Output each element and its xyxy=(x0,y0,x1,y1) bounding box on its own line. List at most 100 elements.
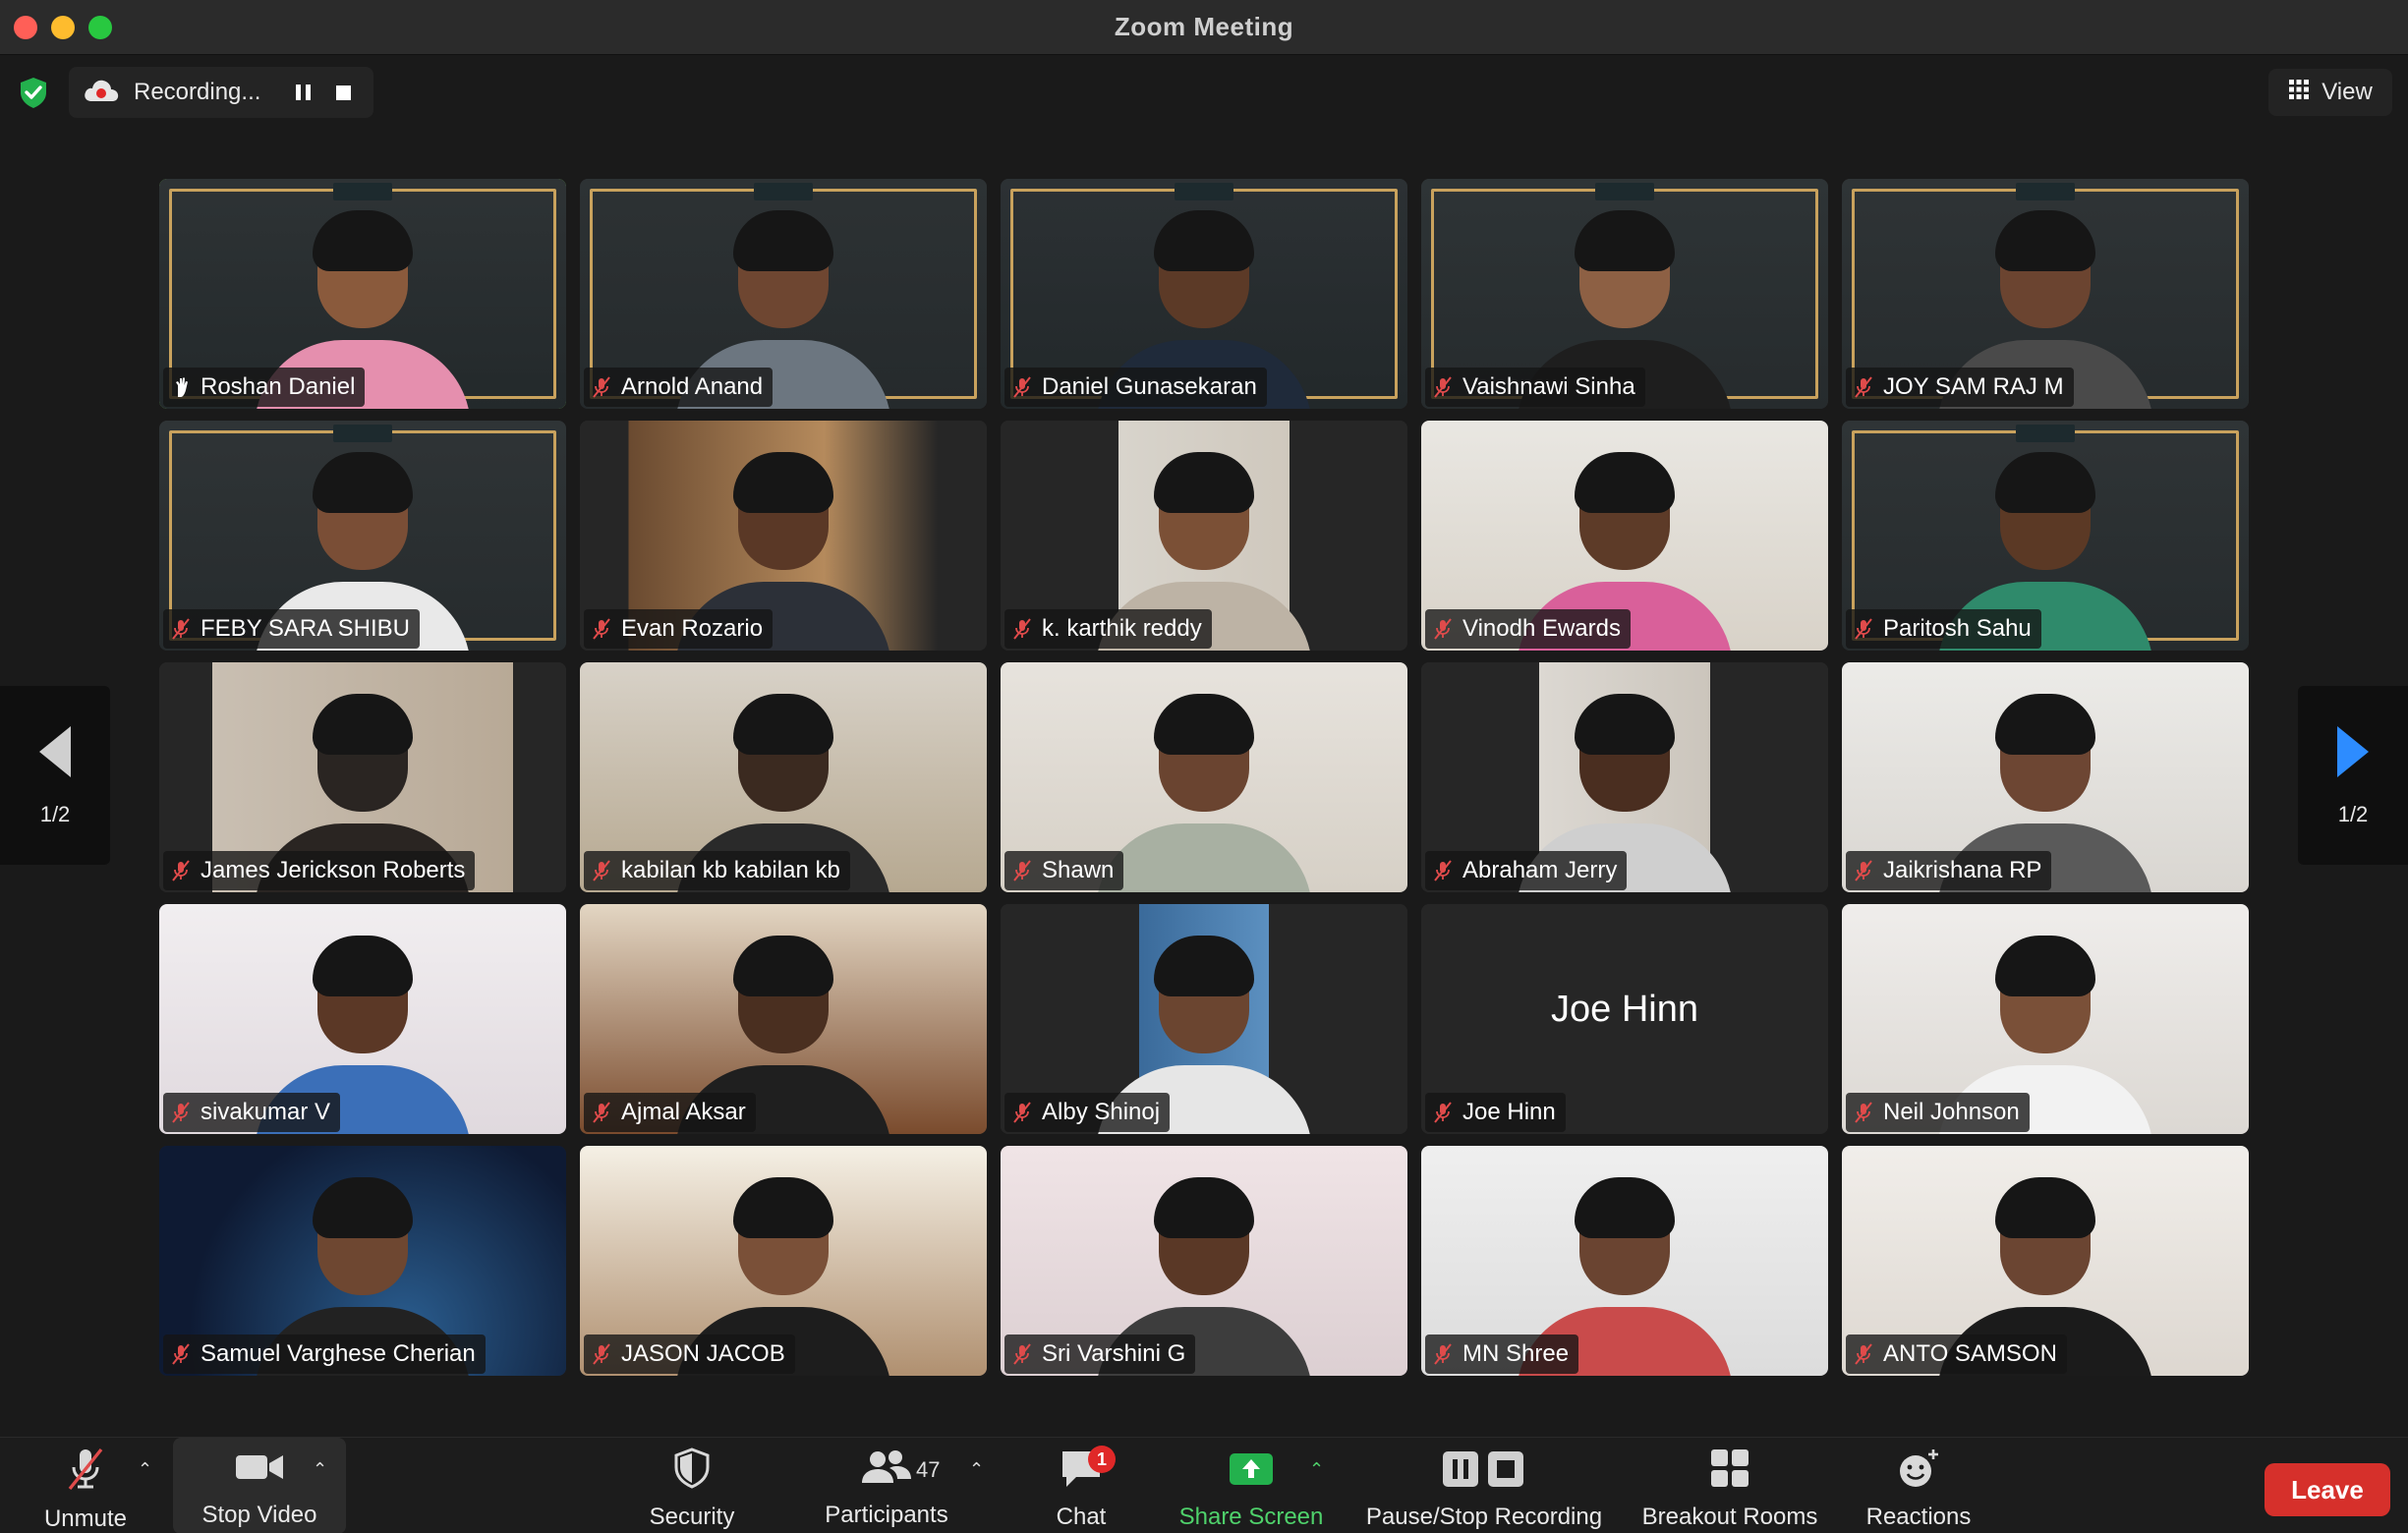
participant-name: Arnold Anand xyxy=(621,373,764,400)
muted-mic-icon xyxy=(169,1342,193,1366)
share-options-chevron-up-icon[interactable]: ⌃ xyxy=(1309,1459,1324,1480)
unmute-button[interactable]: Unmute xyxy=(22,1438,149,1533)
recording-indicator: Recording... xyxy=(69,67,373,118)
pause-stop-recording-label: Pause/Stop Recording xyxy=(1365,1504,1603,1530)
participant-name-tag: Paritosh Sahu xyxy=(1846,609,2041,649)
participant-video-tile[interactable]: kabilan kb kabilan kb xyxy=(580,662,987,892)
participant-name: FEBY SARA SHIBU xyxy=(201,615,410,642)
participant-name: Roshan Daniel xyxy=(201,373,356,400)
participant-video-tile[interactable]: Joe Hinn Joe Hinn xyxy=(1421,904,1828,1134)
participant-name-tag: sivakumar V xyxy=(163,1093,341,1132)
participant-video-tile[interactable]: MN Shree xyxy=(1421,1146,1828,1376)
security-label: Security xyxy=(649,1504,735,1530)
participant-name: sivakumar V xyxy=(201,1099,331,1125)
stop-recording-icon[interactable] xyxy=(336,85,352,100)
muted-mic-icon xyxy=(590,859,613,882)
maximize-window-button[interactable] xyxy=(88,16,112,39)
participant-video-tile[interactable]: Vaishnawi Sinha xyxy=(1421,179,1828,409)
minimize-window-button[interactable] xyxy=(51,16,75,39)
participant-video-tile[interactable]: JASON JACOB xyxy=(580,1146,987,1376)
unmute-label: Unmute xyxy=(43,1505,128,1532)
participant-name-tag: kabilan kb kabilan kb xyxy=(584,851,850,890)
share-screen-label: Share Screen xyxy=(1178,1504,1324,1530)
participant-name-tag: k. karthik reddy xyxy=(1004,609,1212,649)
participant-video-feed xyxy=(1096,676,1312,892)
window-controls xyxy=(14,16,112,39)
encryption-shield-icon[interactable] xyxy=(16,75,51,110)
pause-stop-recording-button[interactable]: Pause/Stop Recording xyxy=(1356,1438,1612,1533)
participant-video-tile[interactable]: James Jerickson Roberts xyxy=(159,662,566,892)
view-label: View xyxy=(2322,79,2373,105)
participant-name: Shawn xyxy=(1042,857,1115,883)
muted-mic-icon xyxy=(1852,859,1875,882)
gallery-video-grid: Roshan Daniel Arnold Anand Daniel Gunaseka… xyxy=(159,179,2249,1376)
leave-button[interactable]: Leave xyxy=(2265,1463,2390,1516)
pause-stop-recording-icons xyxy=(1437,1448,1531,1494)
window-title: Zoom Meeting xyxy=(1114,12,1294,41)
participant-video-tile[interactable]: Ajmal Aksar xyxy=(580,904,987,1134)
participants-options-chevron-up-icon[interactable]: ⌃ xyxy=(969,1459,984,1480)
participant-video-tile[interactable]: ANTO SAMSON xyxy=(1842,1146,2249,1376)
muted-mic-icon xyxy=(1431,859,1455,882)
participant-video-tile[interactable]: Daniel Gunasekaran xyxy=(1001,179,1407,409)
participant-video-tile[interactable]: Alby Shinoj xyxy=(1001,904,1407,1134)
participant-video-tile[interactable]: Sri Varshini G xyxy=(1001,1146,1407,1376)
video-off-name: Joe Hinn xyxy=(1551,989,1698,1030)
security-button[interactable]: Security xyxy=(629,1438,755,1533)
muted-mic-icon xyxy=(169,1101,193,1124)
participant-name: Abraham Jerry xyxy=(1462,857,1618,883)
next-page-button[interactable]: 1/2 xyxy=(2298,686,2408,865)
muted-mic-icon xyxy=(1852,1101,1875,1124)
participant-name-tag: JOY SAM RAJ M xyxy=(1846,368,2074,407)
muted-mic-icon xyxy=(1010,375,1034,399)
participant-video-tile[interactable]: Abraham Jerry xyxy=(1421,662,1828,892)
title-bar: Zoom Meeting xyxy=(0,0,2408,55)
participant-name-tag: Joe Hinn xyxy=(1425,1093,1566,1132)
participant-name: Ajmal Aksar xyxy=(621,1099,746,1125)
participant-video-tile[interactable]: Neil Johnson xyxy=(1842,904,2249,1134)
participant-video-tile[interactable]: Jaikrishana RP xyxy=(1842,662,2249,892)
share-screen-button[interactable]: Share Screen xyxy=(1170,1438,1333,1533)
view-button[interactable]: View xyxy=(2268,69,2392,116)
muted-mic-icon xyxy=(169,617,193,641)
participant-name-tag: Samuel Varghese Cherian xyxy=(163,1334,486,1374)
smiley-plus-icon xyxy=(1896,1448,1941,1494)
muted-mic-icon xyxy=(169,859,193,882)
participant-name-tag: Vaishnawi Sinha xyxy=(1425,368,1645,407)
participant-video-tile[interactable]: Samuel Varghese Cherian xyxy=(159,1146,566,1376)
breakout-rooms-button[interactable]: Breakout Rooms xyxy=(1635,1438,1824,1533)
stop-video-label: Stop Video xyxy=(201,1502,317,1528)
participant-name-tag: ANTO SAMSON xyxy=(1846,1334,2067,1374)
participant-video-tile[interactable]: Paritosh Sahu xyxy=(1842,421,2249,651)
audio-options-chevron-up-icon[interactable]: ⌃ xyxy=(138,1459,152,1480)
muted-mic-icon xyxy=(1010,1101,1034,1124)
close-window-button[interactable] xyxy=(14,16,37,39)
video-options-chevron-up-icon[interactable]: ⌃ xyxy=(313,1459,327,1480)
participant-video-tile[interactable]: Arnold Anand xyxy=(580,179,987,409)
muted-mic-icon xyxy=(1431,1101,1455,1124)
participant-video-tile[interactable]: Vinodh Ewards xyxy=(1421,421,1828,651)
participant-video-tile[interactable]: Shawn xyxy=(1001,662,1407,892)
chat-button[interactable]: Chat xyxy=(1032,1438,1130,1533)
raised-hand-icon xyxy=(169,375,193,399)
participant-name: Joe Hinn xyxy=(1462,1099,1556,1125)
stop-video-button[interactable]: Stop Video xyxy=(173,1438,346,1533)
muted-mic-icon xyxy=(590,617,613,641)
breakout-rooms-label: Breakout Rooms xyxy=(1641,1504,1818,1530)
participants-button[interactable]: Participants xyxy=(808,1438,965,1533)
participant-name-tag: James Jerickson Roberts xyxy=(163,851,476,890)
reactions-button[interactable]: Reactions xyxy=(1856,1438,1981,1533)
pause-recording-icon[interactable] xyxy=(296,85,312,100)
participant-video-tile[interactable]: Evan Rozario xyxy=(580,421,987,651)
participant-name-tag: Neil Johnson xyxy=(1846,1093,2030,1132)
participant-name: Neil Johnson xyxy=(1883,1099,2020,1125)
participant-video-tile[interactable]: sivakumar V xyxy=(159,904,566,1134)
participant-video-tile[interactable]: FEBY SARA SHIBU xyxy=(159,421,566,651)
previous-page-button[interactable]: 1/2 xyxy=(0,686,110,865)
participant-video-tile[interactable]: Roshan Daniel xyxy=(159,179,566,409)
muted-mic-icon xyxy=(1852,375,1875,399)
participant-video-tile[interactable]: k. karthik reddy xyxy=(1001,421,1407,651)
recording-label: Recording... xyxy=(134,79,261,105)
participant-video-tile[interactable]: JOY SAM RAJ M xyxy=(1842,179,2249,409)
muted-mic-icon xyxy=(1431,617,1455,641)
